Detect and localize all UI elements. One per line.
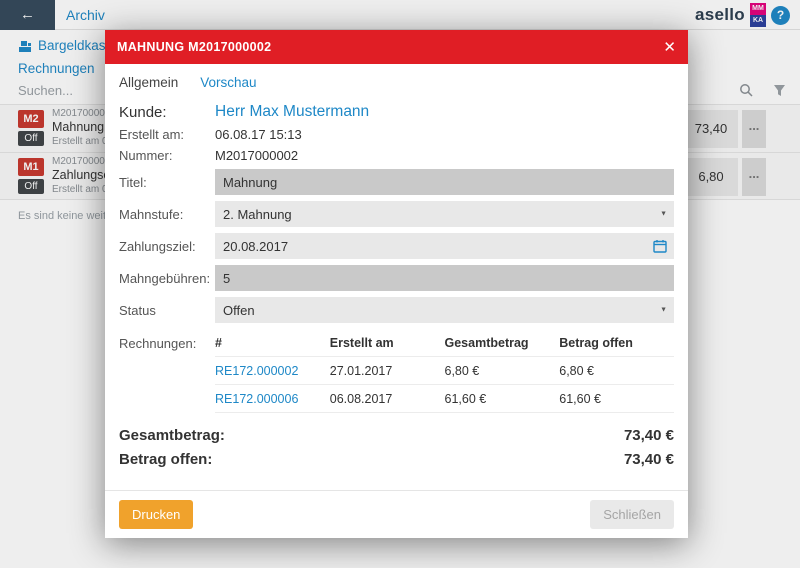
open-amount-row: Betrag offen: 73,40 € <box>119 451 674 468</box>
invoice-open: 61,60 € <box>559 392 674 406</box>
tab-allgemein[interactable]: Allgemein <box>119 75 178 90</box>
dialog-header: MAHNUNG M2017000002 ✕ <box>105 30 688 64</box>
fee-label: Mahngebühren: <box>119 271 215 286</box>
invoices-table-header: # Erstellt am Gesamtbetrag Betrag offen <box>215 329 674 357</box>
field-level: Mahnstufe: 2. Mahnung ▼ <box>119 201 674 227</box>
field-created: Erstellt am: 06.08.17 15:13 <box>119 127 674 142</box>
field-status: Status Offen ▼ <box>119 297 674 323</box>
open-amount-value: 73,40 € <box>624 451 674 468</box>
status-value: Offen <box>223 303 255 318</box>
chevron-down-icon: ▼ <box>660 307 667 314</box>
total-amount-label: Gesamtbetrag: <box>119 427 225 444</box>
status-select[interactable]: Offen ▼ <box>215 297 674 323</box>
invoice-total: 61,60 € <box>445 392 560 406</box>
title-label: Titel: <box>119 175 215 190</box>
invoice-open: 6,80 € <box>559 364 674 378</box>
level-label: Mahnstufe: <box>119 207 215 222</box>
chevron-down-icon: ▼ <box>660 211 667 218</box>
invoice-total: 6,80 € <box>445 364 560 378</box>
number-value: M2017000002 <box>215 148 298 163</box>
field-number: Nummer: M2017000002 <box>119 148 674 163</box>
close-icon[interactable]: ✕ <box>663 40 676 55</box>
tab-vorschau[interactable]: Vorschau <box>200 75 256 90</box>
customer-link[interactable]: Herr Max Mustermann <box>215 103 369 121</box>
field-due-date: Zahlungsziel: 20.08.2017 <box>119 233 674 259</box>
total-amount-row: Gesamtbetrag: 73,40 € <box>119 427 674 444</box>
field-customer: Kunde: Herr Max Mustermann <box>119 103 674 121</box>
created-value: 06.08.17 15:13 <box>215 127 302 142</box>
table-row: RE172.000002 27.01.2017 6,80 € 6,80 € <box>215 357 674 385</box>
col-number: # <box>215 336 330 350</box>
title-input[interactable]: Mahnung <box>215 169 674 195</box>
due-value: 20.08.2017 <box>223 239 288 254</box>
level-select[interactable]: 2. Mahnung ▼ <box>215 201 674 227</box>
customer-label: Kunde: <box>119 104 215 121</box>
dialog-title: MAHNUNG M2017000002 <box>117 40 663 54</box>
totals-section: Gesamtbetrag: 73,40 € Betrag offen: 73,4… <box>119 427 674 475</box>
col-created: Erstellt am <box>330 336 445 350</box>
dialog-footer: Drucken Schließen <box>105 490 688 538</box>
field-fee: Mahngebühren: 5 <box>119 265 674 291</box>
invoice-date: 06.08.2017 <box>330 392 445 406</box>
status-label: Status <box>119 303 215 318</box>
invoice-link[interactable]: RE172.000006 <box>215 392 330 406</box>
level-value: 2. Mahnung <box>223 207 292 222</box>
created-label: Erstellt am: <box>119 127 215 142</box>
dunning-dialog: MAHNUNG M2017000002 ✕ Allgemein Vorschau… <box>105 30 688 538</box>
open-amount-label: Betrag offen: <box>119 451 212 468</box>
invoice-link[interactable]: RE172.000002 <box>215 364 330 378</box>
print-button[interactable]: Drucken <box>119 500 193 529</box>
fee-input[interactable]: 5 <box>215 265 674 291</box>
invoices-table: # Erstellt am Gesamtbetrag Betrag offen … <box>215 329 674 413</box>
invoice-date: 27.01.2017 <box>330 364 445 378</box>
table-row: RE172.000006 06.08.2017 61,60 € 61,60 € <box>215 385 674 413</box>
invoices-label: Rechnungen: <box>119 329 215 351</box>
close-button[interactable]: Schließen <box>590 500 674 529</box>
col-open: Betrag offen <box>559 336 674 350</box>
col-total: Gesamtbetrag <box>445 336 560 350</box>
due-label: Zahlungsziel: <box>119 239 215 254</box>
app-window: ← Archiv asello MM KA ? Bargeldkassa Rec… <box>0 0 800 568</box>
field-invoices: Rechnungen: # Erstellt am Gesamtbetrag B… <box>119 329 674 415</box>
field-title: Titel: Mahnung <box>119 169 674 195</box>
number-label: Nummer: <box>119 148 215 163</box>
total-amount-value: 73,40 € <box>624 427 674 444</box>
dialog-tabs: Allgemein Vorschau <box>105 64 688 99</box>
dialog-body: Kunde: Herr Max Mustermann Erstellt am: … <box>105 99 688 490</box>
calendar-icon[interactable] <box>653 239 667 253</box>
due-date-input[interactable]: 20.08.2017 <box>215 233 674 259</box>
